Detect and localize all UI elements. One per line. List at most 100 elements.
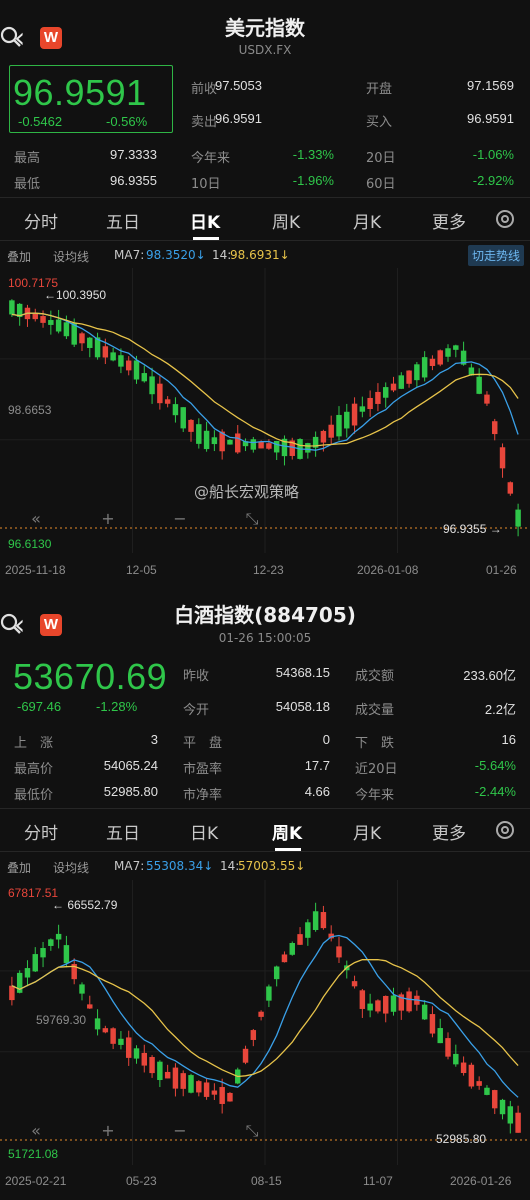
candle-body — [250, 439, 257, 450]
chart-high-label: 67817.51 — [8, 886, 59, 900]
stat-value: 0 — [322, 732, 330, 747]
tab-daily-k[interactable]: 日K — [190, 208, 220, 233]
candle-body — [468, 1064, 475, 1087]
candle-body — [40, 948, 46, 958]
stat-value: 96.9591 — [467, 111, 514, 126]
tab-five-day[interactable]: 五日 — [106, 819, 140, 844]
trend-line-button[interactable]: 切走势线 — [467, 245, 524, 266]
stat-value: 233.60亿 — [463, 668, 516, 683]
tab-intraday[interactable]: 分时 — [24, 819, 58, 844]
date-label: 12-05 — [126, 563, 157, 577]
chart-nav-control: ⤡ — [246, 1121, 259, 1140]
tab-monthly-k[interactable]: 月K — [353, 208, 381, 233]
settings-icon[interactable] — [496, 210, 514, 228]
price-change-pct: -1.28% — [96, 699, 138, 714]
candle-body — [118, 355, 124, 367]
tab-daily-k[interactable]: 日K — [190, 819, 218, 844]
tab-monthly-k[interactable]: 月K — [353, 819, 381, 844]
chart-nav-control: − — [173, 1121, 186, 1140]
ma-bar: 叠加 设均线 MA7: 55308.34↓ 14: 57003.55↓ — [0, 854, 530, 878]
candle-body — [266, 986, 272, 1001]
candle-body — [48, 320, 54, 325]
stat-label: 今年来 — [355, 788, 395, 803]
candle-body — [55, 319, 62, 332]
stat-value: 54368.15 — [275, 665, 330, 680]
candle-body — [421, 1004, 428, 1020]
candle-body — [125, 360, 132, 371]
page-title: 白酒指数(884705) — [174, 603, 356, 627]
candle-body — [110, 352, 116, 361]
chart-low-label: 96.6130 — [8, 537, 52, 551]
current-price: 96.9591 — [13, 72, 147, 113]
candle-body — [351, 981, 358, 987]
price-change: -697.46 — [17, 699, 62, 714]
usd-kline-chart[interactable]: « + − ⤡ — [0, 268, 530, 558]
candle-body — [445, 348, 451, 357]
candle-body — [351, 403, 358, 426]
stat-label: 市净率 — [183, 788, 223, 803]
ma7-value: 55308.34↓ — [146, 859, 214, 873]
candle-body — [507, 482, 514, 494]
candle-body — [63, 322, 70, 337]
candle-body — [258, 1011, 264, 1017]
tab-five-day[interactable]: 五日 — [106, 208, 140, 233]
chart-nav-control: − — [173, 509, 186, 528]
page-title: 美元指数 — [225, 16, 305, 40]
stat-label: 昨收 — [183, 669, 210, 684]
search-icon[interactable] — [0, 26, 22, 48]
candle-body — [437, 1028, 443, 1044]
stat-value: 54058.18 — [275, 699, 330, 714]
tab-intraday[interactable]: 分时 — [24, 208, 58, 233]
stat-value: 96.9591 — [215, 111, 262, 126]
price-change: -0.5462 — [18, 114, 63, 129]
stat-label: 上 涨 — [14, 736, 54, 751]
date-label: 01-26 — [486, 563, 517, 577]
overlay-button[interactable]: 叠加 — [7, 248, 31, 265]
high-marker: ← 66552.79 — [52, 898, 118, 912]
ma7-label: MA7: — [114, 248, 145, 262]
tab-weekly-k[interactable]: 周K — [272, 819, 302, 844]
candle-body — [227, 439, 233, 445]
candle-body — [125, 1037, 132, 1058]
date-label: 2025-11-18 — [5, 563, 66, 577]
ma-setting-button[interactable]: 设均线 — [53, 859, 89, 876]
candle-body — [460, 1062, 467, 1074]
stat-label: 10日 — [191, 177, 221, 192]
candle-body — [336, 946, 342, 958]
candle-body — [484, 394, 490, 404]
stat-value: 54065.24 — [103, 758, 158, 773]
ma14-label: 14: — [220, 859, 240, 873]
stat-label: 最低价 — [14, 788, 54, 803]
tab-more[interactable]: 更多 — [432, 819, 466, 844]
stat-value: -1.33% — [292, 147, 334, 162]
candle-body — [40, 316, 46, 323]
stat-value: 3 — [150, 732, 158, 747]
candle-body — [9, 985, 15, 1001]
search-icon[interactable] — [0, 613, 22, 635]
candle-body — [149, 376, 155, 395]
candle-body — [9, 300, 15, 315]
settings-icon[interactable] — [496, 821, 514, 839]
candle-body — [305, 922, 311, 938]
chart-nav-control: « — [31, 1121, 41, 1140]
stat-value: -1.06% — [472, 147, 514, 162]
chart-mid-label: 59769.30 — [36, 1013, 87, 1027]
candle-body — [515, 1112, 521, 1133]
candle-body — [203, 430, 210, 450]
ma-setting-button[interactable]: 设均线 — [53, 248, 89, 265]
stat-label: 下 跌 — [355, 736, 395, 751]
tab-weekly-k[interactable]: 周K — [272, 208, 300, 233]
quote-time: 01-26 15:00:05 — [218, 631, 312, 645]
candle-body — [141, 1052, 148, 1066]
overlay-button[interactable]: 叠加 — [7, 859, 31, 876]
candle-body — [375, 391, 381, 404]
stat-label: 20日 — [366, 151, 396, 166]
stat-label: 开盘 — [366, 82, 393, 97]
active-tab-indicator — [275, 848, 301, 851]
candle-body — [110, 1028, 116, 1044]
tab-more[interactable]: 更多 — [432, 208, 466, 233]
candle-body — [375, 1000, 381, 1012]
candle-body — [180, 407, 186, 429]
date-label: 2025-02-21 — [5, 1174, 67, 1188]
stat-label: 最低 — [14, 177, 41, 192]
